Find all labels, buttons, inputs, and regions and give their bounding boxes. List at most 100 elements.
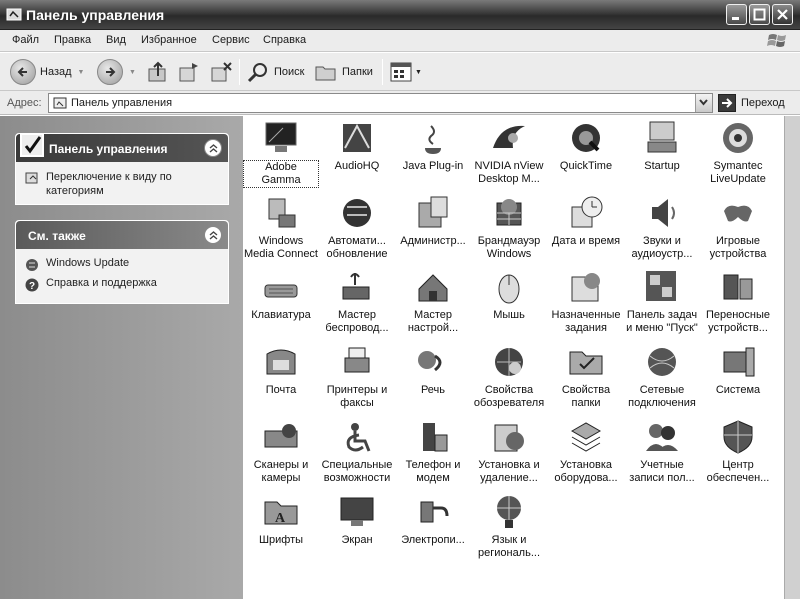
back-button[interactable]: Назад ▼ <box>10 58 84 86</box>
control-panel-item-automatic-updates[interactable]: Автомати... обновление <box>319 193 395 261</box>
panel-header[interactable]: См. также <box>16 221 228 249</box>
control-panel-item-folder-options[interactable]: Свойства папки <box>548 342 624 410</box>
item-label: QuickTime <box>559 160 613 172</box>
address-bar: Адрес: Панель управления Переход <box>0 91 800 115</box>
views-icon <box>390 62 412 82</box>
folders-button[interactable]: Папки <box>314 58 373 86</box>
control-panel-item-speech[interactable]: Речь <box>395 342 471 397</box>
search-button[interactable]: Поиск <box>246 58 304 86</box>
control-panel-item-phone-modem[interactable]: Телефон и модем <box>395 417 471 485</box>
go-button[interactable] <box>718 94 736 112</box>
control-panel-item-nvidia-nview[interactable]: NVIDIA nView Desktop M... <box>471 118 547 186</box>
back-dropdown-icon[interactable]: ▼ <box>78 69 85 76</box>
control-panel-item-portable-devices[interactable]: Переносные устройств... <box>700 267 776 335</box>
minimize-button[interactable] <box>726 4 747 25</box>
control-panel-item-keyboard[interactable]: Клавиатура <box>243 267 319 322</box>
menu-file[interactable]: Файл <box>12 34 39 46</box>
address-input[interactable]: Панель управления <box>48 93 713 113</box>
security-center-icon <box>723 420 753 454</box>
scrollbar[interactable] <box>784 116 800 599</box>
item-label: Установка и удаление... <box>478 459 540 484</box>
item-label: Переносные устройств... <box>705 309 771 334</box>
go-label[interactable]: Переход <box>741 97 785 109</box>
control-panel-item-sounds-audio[interactable]: Звуки и аудиоустр... <box>624 193 700 261</box>
menu-edit[interactable]: Правка <box>54 34 91 46</box>
control-panel-item-fonts[interactable]: A Шрифты <box>243 492 319 547</box>
task-pane: Панель управления Переключение к виду по… <box>0 116 243 599</box>
item-label: Установка оборудова... <box>554 459 618 484</box>
menu-view[interactable]: Вид <box>106 34 126 46</box>
control-panel-item-network-connections[interactable]: Сетевые подключения <box>624 342 700 410</box>
title-bar[interactable]: Панель управления <box>0 0 800 30</box>
item-label: Сканеры и камеры <box>253 459 309 484</box>
item-label: Администр... <box>400 235 466 247</box>
move-to-button[interactable] <box>177 58 201 86</box>
item-label: Панель задач и меню "Пуск" <box>626 309 698 334</box>
audiohq-icon <box>343 123 371 152</box>
item-label: Шрифты <box>258 534 304 546</box>
control-panel-item-scheduled-tasks[interactable]: Назначенные задания <box>548 267 624 335</box>
automatic-updates-icon <box>343 199 371 227</box>
window-title: Панель управления <box>26 7 165 23</box>
menu-tools[interactable]: Сервис <box>212 34 250 46</box>
control-panel-item-symantec-liveupdate[interactable]: Symantec LiveUpdate <box>700 118 776 186</box>
portable-devices-icon <box>723 274 753 300</box>
control-panel-item-network-setup-wizard[interactable]: Мастер настрой... <box>395 267 471 335</box>
mouse-icon <box>498 274 520 304</box>
up-folder-button[interactable] <box>146 58 170 86</box>
network-setup-wizard-icon <box>418 274 448 302</box>
menu-help[interactable]: Справка <box>263 34 306 46</box>
address-value: Панель управления <box>71 97 173 109</box>
maximize-button[interactable] <box>749 4 770 25</box>
switch-category-view-link[interactable]: Переключение к виду по категориям <box>24 170 216 198</box>
item-label: Игровые устройства <box>709 235 767 260</box>
control-panel-item-display[interactable]: Экран <box>319 492 395 547</box>
control-panel-item-audiohq[interactable]: AudioHQ <box>319 118 395 173</box>
control-panel-item-printers-faxes[interactable]: Принтеры и факсы <box>319 342 395 410</box>
control-panel-item-power-options[interactable]: Электропи... <box>395 492 471 547</box>
help-support-link[interactable]: ? Справка и поддержка <box>24 277 157 293</box>
control-panel-item-mouse[interactable]: Мышь <box>471 267 547 322</box>
control-panel-item-taskbar-start-menu[interactable]: Панель задач и меню "Пуск" <box>624 267 700 335</box>
control-panel-item-system[interactable]: Система <box>700 342 776 397</box>
address-dropdown-button[interactable] <box>695 94 712 112</box>
control-panel-item-add-hardware[interactable]: Установка оборудова... <box>548 417 624 485</box>
control-panel-item-add-remove-programs[interactable]: Установка и удаление... <box>471 417 547 485</box>
panel-header[interactable]: Панель управления <box>16 133 228 162</box>
control-panel-item-windows-firewall[interactable]: Брандмауэр Windows <box>471 193 547 261</box>
control-panel-item-startup[interactable]: Startup <box>624 118 700 173</box>
forward-dropdown-icon[interactable]: ▼ <box>129 69 136 76</box>
control-panel-item-quicktime[interactable]: QuickTime <box>548 118 624 173</box>
control-panel-item-scanners-cameras[interactable]: Сканеры и камеры <box>243 417 319 485</box>
item-label: Java Plug-in <box>402 160 464 172</box>
control-panel-item-internet-options[interactable]: Свойства обозревателя <box>471 342 547 410</box>
control-panel-item-wireless-wizard[interactable]: Мастер беспровод... <box>319 267 395 335</box>
control-panel-item-administrative-tools[interactable]: Администр... <box>395 193 471 248</box>
control-panel-item-adobe-gamma[interactable]: Adobe Gamma <box>243 118 319 188</box>
views-button[interactable]: ▼ <box>389 58 422 86</box>
control-panel-item-user-accounts[interactable]: Учетные записи пол... <box>624 417 700 485</box>
menu-favorites[interactable]: Избранное <box>141 34 197 46</box>
control-panel-item-accessibility-options[interactable]: Специальные возможности <box>319 417 395 485</box>
forward-button[interactable]: ▼ <box>97 58 136 86</box>
close-button[interactable] <box>772 4 793 25</box>
item-label: Назначенные задания <box>551 309 621 334</box>
control-panel-item-java-plugin[interactable]: Java Plug-in <box>395 118 471 173</box>
views-dropdown-icon[interactable]: ▼ <box>415 69 422 76</box>
wireless-wizard-icon <box>342 273 370 300</box>
collapse-button[interactable] <box>204 139 222 157</box>
control-panel-item-security-center[interactable]: Центр обеспечен... <box>700 417 776 485</box>
startup-icon <box>647 121 677 153</box>
control-panel-item-windows-media-connect[interactable]: Windows Media Connect <box>243 193 319 261</box>
windows-update-link[interactable]: Windows Update <box>24 257 129 273</box>
help-support-label: Справка и поддержка <box>46 277 157 289</box>
delete-button[interactable] <box>209 58 233 86</box>
chevron-up-icon <box>209 231 218 240</box>
control-panel-item-regional-language[interactable]: Язык и региональ... <box>471 492 547 560</box>
control-panel-item-mail[interactable]: Почта <box>243 342 319 397</box>
control-panel-item-date-time[interactable]: Дата и время <box>548 193 624 248</box>
item-label: Учетные записи пол... <box>629 459 695 484</box>
control-panel-item-game-controllers[interactable]: Игровые устройства <box>700 193 776 261</box>
collapse-button[interactable] <box>204 226 222 244</box>
panel-title: См. также <box>28 229 86 243</box>
